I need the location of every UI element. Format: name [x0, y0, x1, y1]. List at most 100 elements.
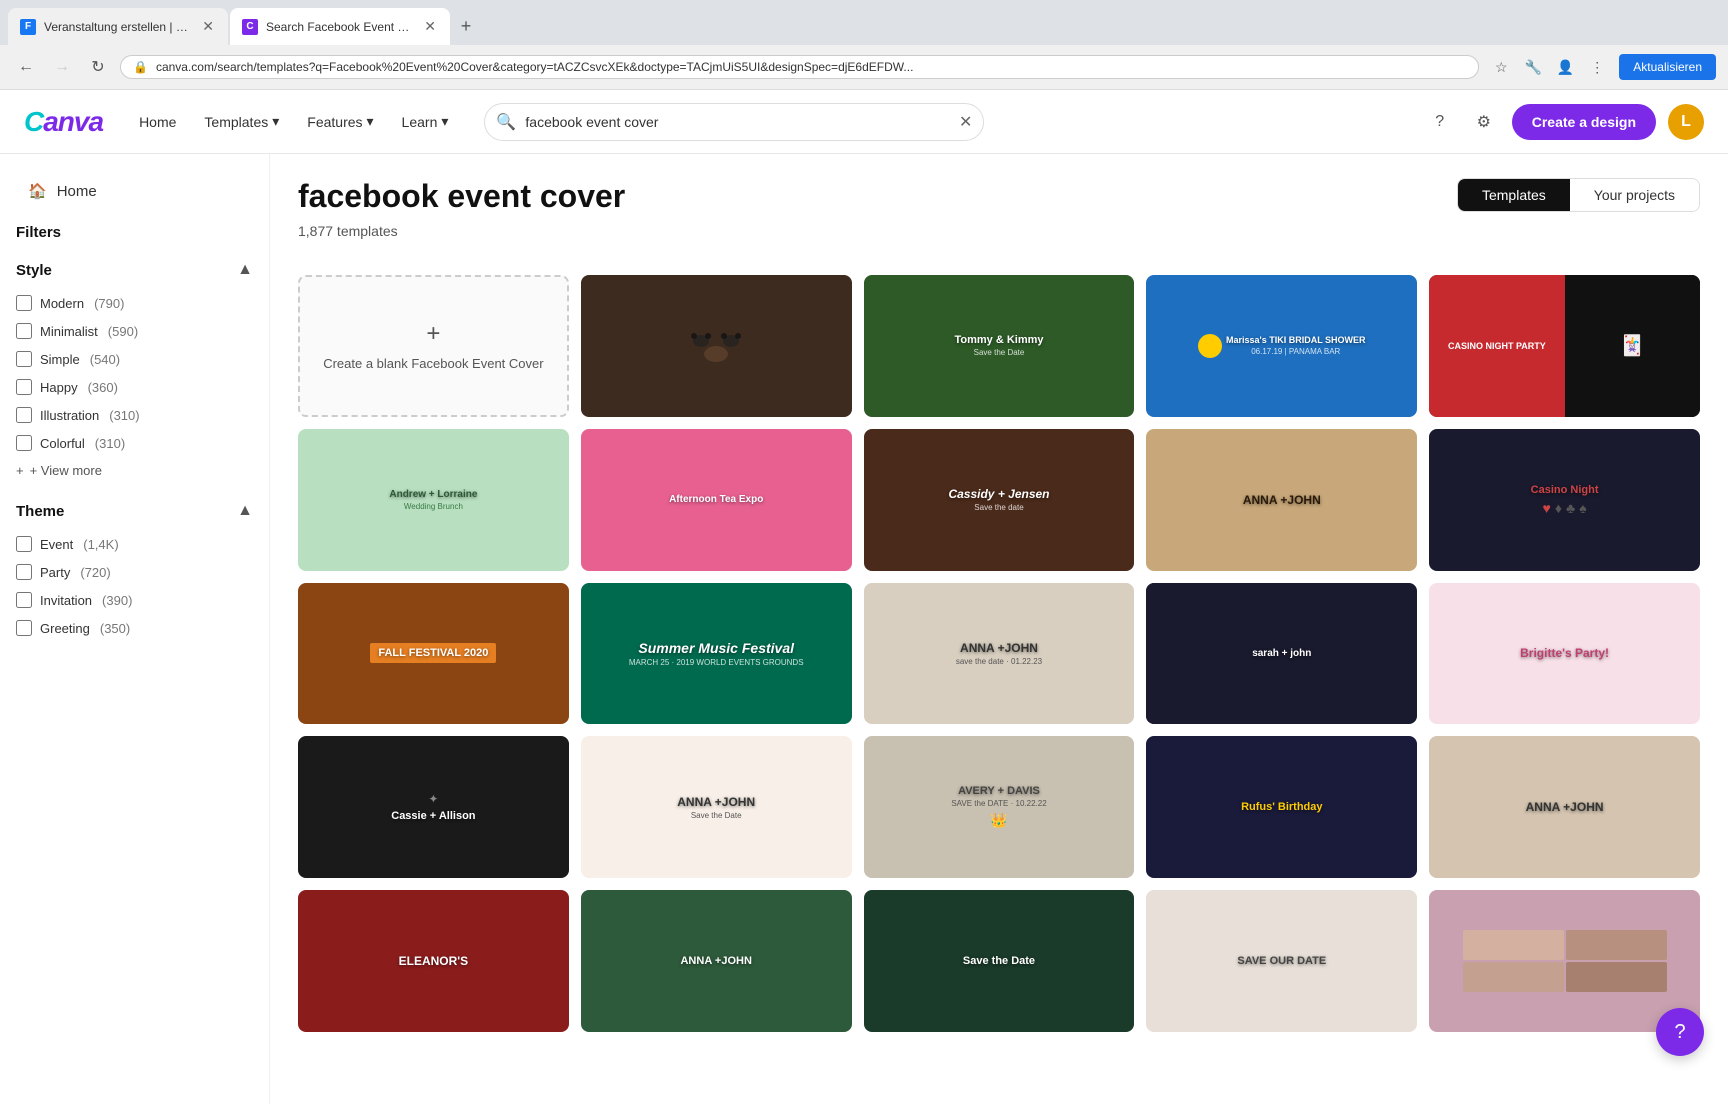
update-button[interactable]: Aktualisieren: [1619, 54, 1716, 80]
view-tabs: Templates Your projects: [1457, 178, 1700, 212]
new-tab-button[interactable]: +: [452, 13, 480, 41]
back-button[interactable]: ←: [12, 53, 40, 81]
filter-greeting-checkbox[interactable]: [16, 620, 32, 636]
forward-button[interactable]: →: [48, 53, 76, 81]
filter-minimalist-checkbox[interactable]: [16, 323, 32, 339]
sidebar-home[interactable]: 🏠 Home: [16, 174, 253, 208]
tab-1[interactable]: F Veranstaltung erstellen | Faceb... ✕: [8, 8, 228, 45]
template-card-t19[interactable]: ANNA +JOHN: [1429, 736, 1700, 878]
template-card-t4[interactable]: CASINO NIGHT PARTY 🃏: [1429, 275, 1700, 417]
template-card-t11[interactable]: Summer Music Festival MARCH 25 · 2019 WO…: [581, 583, 852, 725]
style-view-more[interactable]: + + View more: [16, 459, 253, 482]
template-card-t6[interactable]: Afternoon Tea Expo: [581, 429, 852, 571]
user-avatar[interactable]: L: [1668, 104, 1704, 140]
template-card-t3[interactable]: Marissa's TIKI BRIDAL SHOWER 06.17.19 | …: [1146, 275, 1417, 417]
template-card-t21[interactable]: ANNA +JOHN: [581, 890, 852, 1032]
template-card-t22[interactable]: Save the Date: [864, 890, 1135, 1032]
blank-template-card[interactable]: + Create a blank Facebook Event Cover: [298, 275, 569, 417]
template-card-t9[interactable]: Casino Night ♥ ♦ ♣ ♠: [1429, 429, 1700, 571]
search-input[interactable]: [484, 103, 984, 141]
header-nav: Home Templates ▾ Features ▾ Learn ▾: [127, 105, 460, 138]
blank-plus-icon: +: [426, 320, 440, 348]
template-card-t2[interactable]: Tommy & Kimmy Save the Date: [864, 275, 1135, 417]
help-button[interactable]: ?: [1424, 106, 1456, 138]
filter-colorful-label: Colorful: [40, 436, 85, 451]
template-card-t8[interactable]: ANNA +JOHN: [1146, 429, 1417, 571]
filter-invitation[interactable]: Invitation (390): [16, 588, 253, 612]
plus-icon: +: [16, 463, 24, 478]
tab-2[interactable]: C Search Facebook Event Cover ✕: [230, 8, 450, 45]
settings-button[interactable]: ⚙: [1468, 106, 1500, 138]
canva-logo[interactable]: Canva: [24, 106, 103, 138]
filter-simple[interactable]: Simple (540): [16, 347, 253, 371]
nav-learn[interactable]: Learn ▾: [390, 105, 461, 138]
search-clear-icon[interactable]: ✕: [959, 112, 972, 132]
template-card-t10[interactable]: FALL FESTIVAL 2020: [298, 583, 569, 725]
nav-templates[interactable]: Templates ▾: [192, 105, 291, 138]
filter-party-checkbox[interactable]: [16, 564, 32, 580]
filter-minimalist-label: Minimalist: [40, 324, 98, 339]
tab-your-projects[interactable]: Your projects: [1570, 179, 1699, 211]
template-card-t16[interactable]: ANNA +JOHN Save the Date: [581, 736, 852, 878]
nav-bar: ← → ↻ 🔒 canva.com/search/templates?q=Fac…: [0, 45, 1728, 89]
bookmark-icon[interactable]: ☆: [1487, 53, 1515, 81]
tab1-favicon: F: [20, 19, 36, 35]
style-section-header: Style ▲: [16, 261, 253, 279]
template-card-t12[interactable]: ANNA +JOHN save the date · 01.22.23: [864, 583, 1135, 725]
template-card-t14[interactable]: Brigitte's Party!: [1429, 583, 1700, 725]
header-search: 🔍 ✕: [484, 103, 984, 141]
filter-colorful[interactable]: Colorful (310): [16, 431, 253, 455]
tab2-title: Search Facebook Event Cover: [266, 20, 414, 34]
style-collapse-icon[interactable]: ▲: [237, 261, 253, 279]
template-card-t17[interactable]: AVERY + DAVIS SAVE the DATE · 10.22.22 👑: [864, 736, 1135, 878]
filter-modern-checkbox[interactable]: [16, 295, 32, 311]
floating-help-button[interactable]: ?: [1656, 1008, 1704, 1056]
template-card-t24[interactable]: [1429, 890, 1700, 1032]
nav-templates-chevron: ▾: [272, 113, 279, 130]
filter-greeting-count: (350): [100, 621, 130, 636]
filter-colorful-checkbox[interactable]: [16, 435, 32, 451]
filter-greeting[interactable]: Greeting (350): [16, 616, 253, 640]
filter-happy[interactable]: Happy (360): [16, 375, 253, 399]
nav-features-label: Features: [307, 114, 362, 130]
filter-party[interactable]: Party (720): [16, 560, 253, 584]
filter-event-label: Event: [40, 537, 73, 552]
filter-event-checkbox[interactable]: [16, 536, 32, 552]
template-card-t1[interactable]: [581, 275, 852, 417]
template-card-t13[interactable]: sarah + john: [1146, 583, 1417, 725]
reload-button[interactable]: ↻: [84, 53, 112, 81]
tab1-close[interactable]: ✕: [200, 16, 216, 37]
template-card-t15[interactable]: ✦ Cassie + Allison: [298, 736, 569, 878]
address-bar[interactable]: 🔒 canva.com/search/templates?q=Facebook%…: [120, 55, 1479, 79]
template-card-t5[interactable]: Andrew + Lorraine Wedding Brunch: [298, 429, 569, 571]
filter-invitation-checkbox[interactable]: [16, 592, 32, 608]
template-card-t7[interactable]: Cassidy + Jensen Save the date: [864, 429, 1135, 571]
filter-simple-checkbox[interactable]: [16, 351, 32, 367]
create-design-button[interactable]: Create a design: [1512, 104, 1656, 140]
canva-header: Canva Home Templates ▾ Features ▾ Learn …: [0, 90, 1728, 154]
filter-modern[interactable]: Modern (790): [16, 291, 253, 315]
template-card-t20[interactable]: ELEANOR'S: [298, 890, 569, 1032]
filter-happy-checkbox[interactable]: [16, 379, 32, 395]
nav-home[interactable]: Home: [127, 106, 188, 138]
profile-icon[interactable]: 👤: [1551, 53, 1579, 81]
nav-templates-label: Templates: [204, 114, 268, 130]
filter-illustration[interactable]: Illustration (310): [16, 403, 253, 427]
tab2-close[interactable]: ✕: [422, 16, 438, 37]
browser-chrome: F Veranstaltung erstellen | Faceb... ✕ C…: [0, 0, 1728, 90]
extension-icon-1[interactable]: 🔧: [1519, 53, 1547, 81]
filter-happy-count: (360): [88, 380, 118, 395]
tab-templates[interactable]: Templates: [1458, 179, 1570, 211]
filter-minimalist[interactable]: Minimalist (590): [16, 319, 253, 343]
style-title: Style: [16, 262, 52, 279]
filter-illustration-checkbox[interactable]: [16, 407, 32, 423]
nav-features-chevron: ▾: [367, 113, 374, 130]
theme-collapse-icon[interactable]: ▲: [237, 502, 253, 520]
template-card-t23[interactable]: SAVE OUR DATE: [1146, 890, 1417, 1032]
more-icon[interactable]: ⋮: [1583, 53, 1611, 81]
nav-features[interactable]: Features ▾: [295, 105, 385, 138]
filter-event[interactable]: Event (1,4K): [16, 532, 253, 556]
filter-invitation-count: (390): [102, 593, 132, 608]
template-card-t18[interactable]: Rufus' Birthday: [1146, 736, 1417, 878]
content-top-row: facebook event cover 1,877 templates Tem…: [298, 178, 1700, 275]
